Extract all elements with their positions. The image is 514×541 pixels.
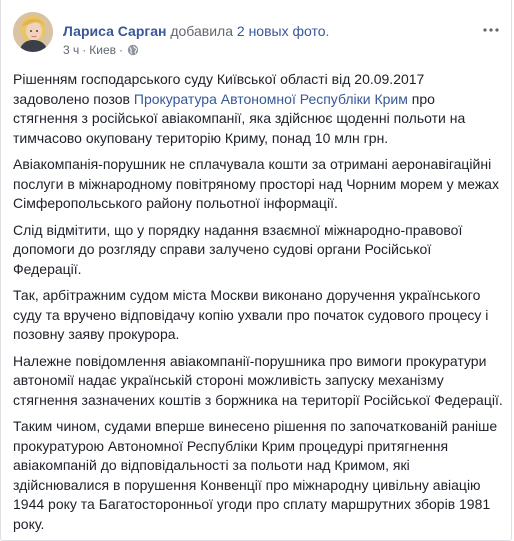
post-location[interactable]: Киев xyxy=(89,42,116,58)
meta-separator: · xyxy=(82,43,87,57)
post-meta: 3 ч · Киев · xyxy=(63,42,139,58)
avatar-photo xyxy=(13,12,53,52)
post-action-text: добавила xyxy=(170,23,233,39)
avatar[interactable] xyxy=(13,12,53,52)
post-paragraph-6: Таким чином, судами вперше винесено ріше… xyxy=(13,418,498,532)
post-header: Лариса Сарган добавила 2 новых фото. 3 ч… xyxy=(13,12,503,58)
post-body: Рішенням господарського суду Київської о… xyxy=(13,70,503,541)
globe-icon[interactable] xyxy=(127,44,139,56)
post-action-end: . xyxy=(325,23,330,39)
post-timestamp[interactable]: 3 ч xyxy=(63,42,79,58)
post-paragraph-4: Так, арбітражним судом міста Москви вико… xyxy=(13,287,489,342)
post-card: Лариса Сарган добавила 2 новых фото. 3 ч… xyxy=(0,0,512,541)
post-paragraph-2: Авіакомпанія-порушник не сплачувала кошт… xyxy=(13,156,499,211)
post-paragraph-1: Рішенням господарського суду Київської о… xyxy=(13,70,503,148)
meta-separator-2: · xyxy=(119,43,124,57)
author-name-link[interactable]: Лариса Сарган xyxy=(63,23,166,39)
post-paragraph-3: Слід відмітити, що у порядку надання вза… xyxy=(13,221,463,277)
more-options-icon[interactable] xyxy=(481,20,501,40)
post-author-line: Лариса Сарган добавила 2 новых фото. xyxy=(63,22,329,40)
post-paragraph-5: Належне повідомлення авіакомпанії-порушн… xyxy=(13,352,503,408)
prosecutor-page-link[interactable]: Прокуратура Автономної Республіки Крим xyxy=(134,91,408,107)
photos-link[interactable]: 2 новых фото xyxy=(237,23,326,39)
